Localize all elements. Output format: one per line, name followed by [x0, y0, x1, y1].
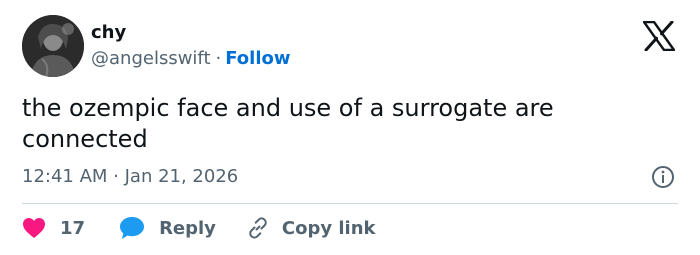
display-name[interactable]: chy [91, 22, 126, 44]
divider [22, 203, 678, 204]
handle-row: @angelsswift · Follow [91, 48, 291, 70]
x-logo-icon[interactable] [642, 20, 676, 52]
speech-bubble-icon [119, 216, 145, 240]
heart-icon [22, 217, 46, 239]
like-button[interactable]: 17 [22, 217, 85, 239]
like-count: 17 [60, 217, 86, 239]
copy-link-label: Copy link [281, 217, 376, 239]
info-icon[interactable] [651, 165, 675, 189]
reply-button[interactable]: Reply [119, 216, 216, 240]
avatar[interactable] [22, 15, 84, 77]
follow-button[interactable]: Follow [225, 48, 290, 69]
separator-dot: · [215, 48, 222, 69]
user-handle[interactable]: @angelsswift [91, 48, 211, 69]
reply-label: Reply [159, 217, 216, 239]
copy-link-button[interactable]: Copy link [246, 216, 376, 240]
tweet-text: the ozempic face and use of a surrogate … [22, 94, 554, 153]
action-bar: 17 Reply Copy link [22, 214, 376, 242]
tweet-timestamp[interactable]: 12:41 AM · Jan 21, 2026 [22, 166, 238, 188]
tweet-card: chy @angelsswift · Follow the ozempic face… [0, 0, 700, 255]
link-icon [246, 216, 270, 240]
